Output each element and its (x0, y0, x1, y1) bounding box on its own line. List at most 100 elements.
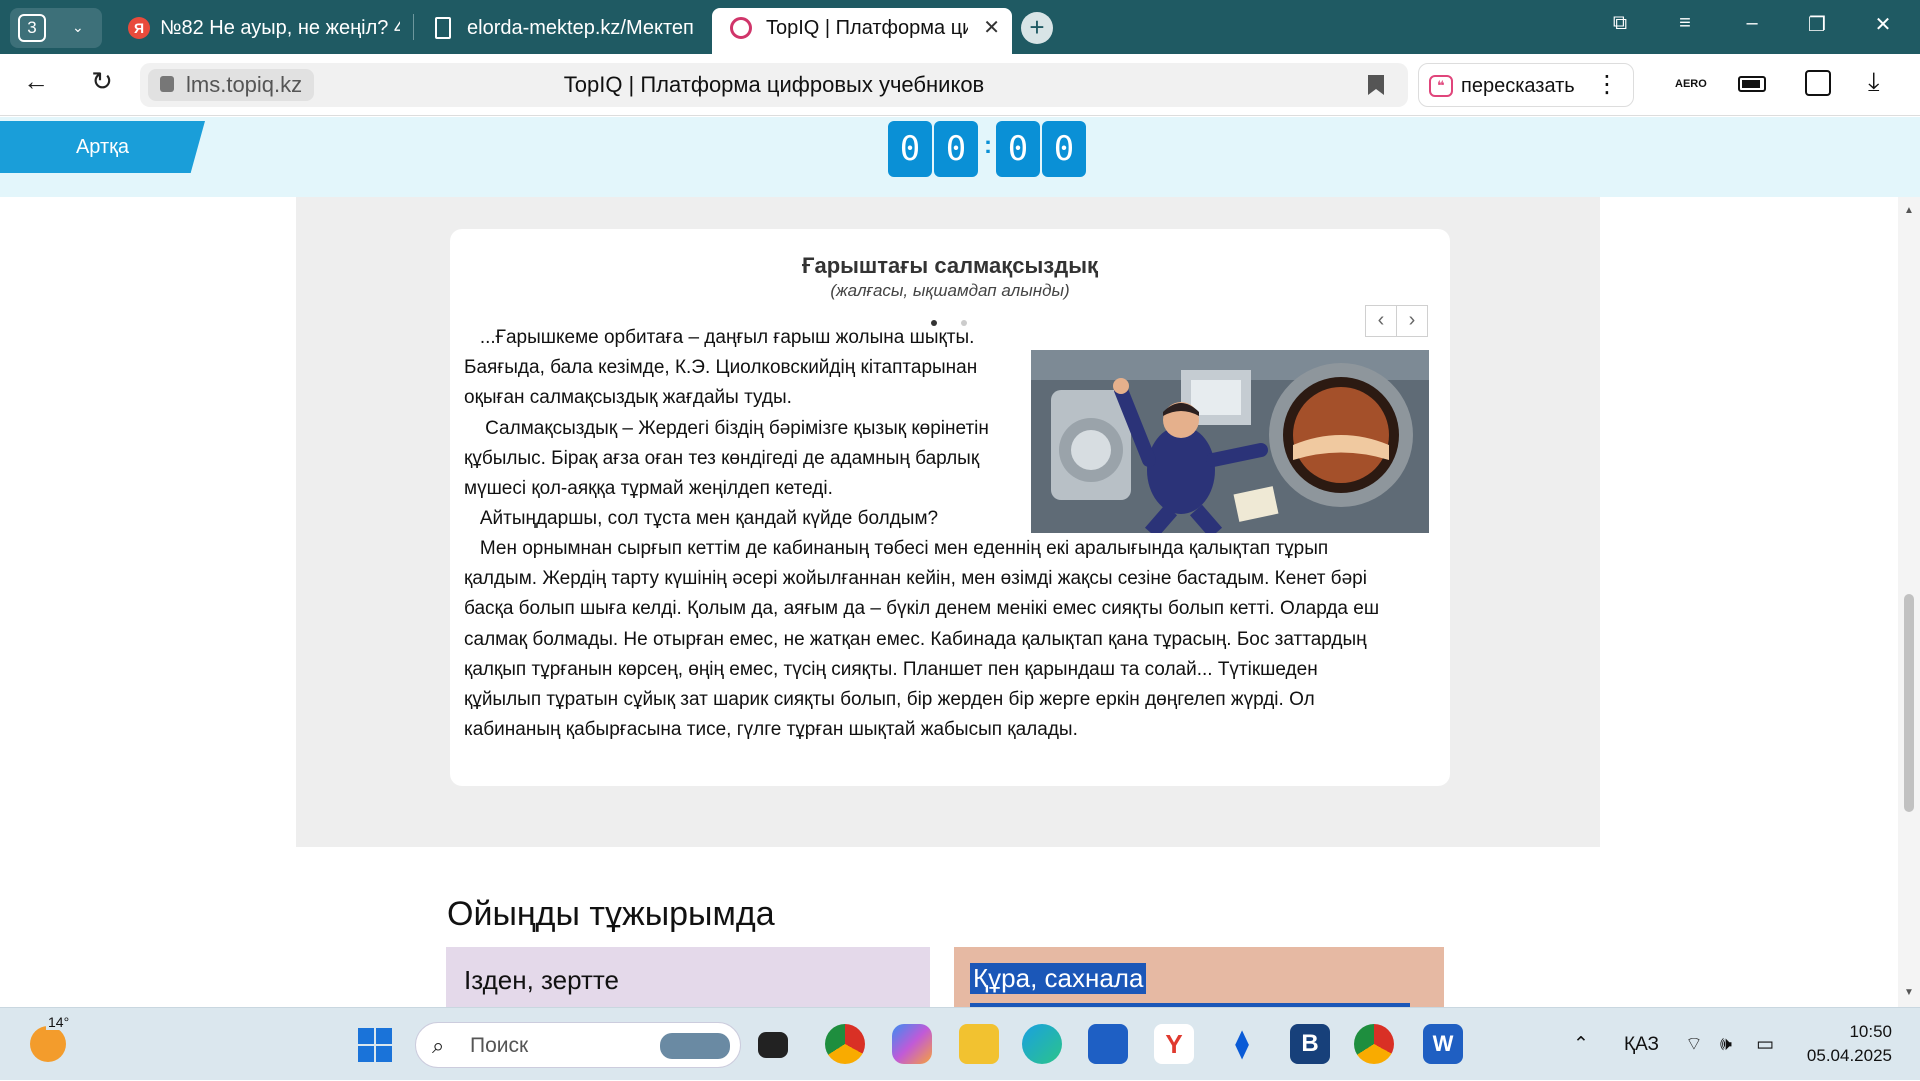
file-explorer-icon[interactable] (959, 1024, 999, 1064)
back-arrow-icon[interactable]: ← (18, 66, 54, 97)
chevron-down-icon: ⌄ (72, 19, 84, 35)
text-line: қалдым. Жердің тарту күшінің әсері жойыл… (464, 568, 1367, 590)
tab-yandex-question[interactable]: Я №82 Не ауыр, не жеңіл? 4 (128, 8, 400, 48)
store-icon[interactable] (1088, 1024, 1128, 1064)
document-icon (435, 17, 451, 39)
paragraph-intro: ...Ғарышкеме орбитаға – даңғыл ғарыш жол… (464, 323, 1024, 534)
section-title: Ойыңды тұжырымда (447, 895, 775, 933)
minimize-button[interactable]: – (1737, 12, 1767, 35)
copilot-icon[interactable] (892, 1024, 932, 1064)
activity-label: Ізден, зертте (464, 965, 619, 995)
reload-icon[interactable]: ↻ (84, 66, 120, 97)
weather-widget[interactable]: 14° (30, 1014, 72, 1062)
dropbox-icon[interactable]: ⧫ (1222, 1024, 1262, 1064)
text-line: Мен орнымнан сырғып кеттім де кабинаның … (464, 538, 1329, 559)
close-tab-icon[interactable]: ✕ (983, 8, 1000, 48)
activity-label-selected: Құра, сахнала (970, 963, 1147, 994)
browser-tab-strip: 3 ⌄ Я №82 Не ауыр, не жеңіл? 4 elorda-me… (0, 0, 1920, 54)
back-button[interactable]: Артқа (0, 121, 205, 173)
download-icon[interactable]: ⤓ (1868, 66, 1880, 98)
vertical-scrollbar[interactable]: ▲ ▼ (1898, 197, 1920, 1007)
address-field[interactable]: TopIQ | Платформа цифровых учебников lms… (140, 63, 1408, 107)
prev-page-button[interactable]: ‹ (1365, 305, 1397, 337)
text-line: ...Ғарышкеме орбитаға – даңғыл ғарыш жол… (464, 327, 975, 348)
aero-mode-button[interactable]: AERO (1675, 78, 1707, 90)
tab-group-button[interactable]: 3 ⌄ (10, 8, 102, 48)
reading-card: Ғарыштағы салмақсыздық (жалғасы, ықшамда… (450, 229, 1450, 786)
next-page-button[interactable]: › (1396, 305, 1428, 337)
more-vertical-icon[interactable]: ⋮ (1595, 64, 1619, 106)
new-tab-button[interactable]: + (1021, 12, 1053, 44)
close-window-button[interactable]: ✕ (1868, 12, 1898, 37)
chrome-profile-icon[interactable] (1354, 1024, 1394, 1064)
lock-icon (160, 76, 174, 92)
retell-button[interactable]: ❝ пересказать ⋮ (1418, 63, 1634, 107)
clock-date: 05.04.2025 (1806, 1046, 1892, 1065)
text-line: құбылыс. Бірақ ағза оған тез көндігеді д… (464, 447, 980, 469)
text-line: Салмақсыздық – Жердегі біздің бәрімізге … (464, 417, 989, 439)
address-bar-row: ← ↻ TopIQ | Платформа цифровых учебников… (0, 54, 1920, 116)
weather-temp: 14° (46, 1014, 72, 1030)
restore-button[interactable]: ❐ (1802, 12, 1832, 37)
wifi-icon[interactable]: ⌔ (1685, 1008, 1703, 1081)
tab-divider (413, 14, 414, 40)
app-header: Артқа 0 0 : 0 0 (0, 117, 1920, 197)
search-placeholder: Поиск (470, 1034, 529, 1057)
language-indicator[interactable]: ҚАЗ (1624, 1008, 1659, 1081)
yandex-browser-icon[interactable]: Y (1154, 1024, 1194, 1064)
timer-separator: : (984, 132, 992, 159)
menu-icon[interactable]: ≡ (1670, 12, 1700, 35)
b-app-icon[interactable]: B (1290, 1024, 1330, 1064)
text-line: кабинаның қабырғасына тисе, гүлге тұрған… (464, 719, 1078, 741)
timer-digit: 0 (1042, 121, 1086, 177)
yandex-icon: Я (128, 17, 150, 39)
scroll-thumb[interactable] (1904, 594, 1914, 812)
edge-icon[interactable] (1022, 1024, 1062, 1064)
chevron-up-icon[interactable]: ⌃ (1573, 1008, 1589, 1081)
text-line: оқыған салмақсыздық жағдайы туды. (464, 387, 792, 409)
extensions-icon[interactable] (1805, 70, 1831, 96)
volume-icon[interactable]: 🕪 (1720, 1008, 1732, 1081)
search-icon: ⌕ (432, 1033, 445, 1058)
tab-label: elorda-mektep.kz/Мектеп (467, 17, 694, 39)
tab-count-badge: 3 (18, 14, 46, 42)
paragraph-main: Мен орнымнан сырғып кеттім де кабинаның … (464, 534, 1440, 745)
search-highlight-image (660, 1033, 730, 1059)
timer-digit: 0 (996, 121, 1040, 177)
reading-title: Ғарыштағы салмақсыздық (801, 253, 1098, 278)
collections-icon[interactable]: ⧉ (1605, 12, 1635, 35)
url-pill[interactable]: lms.topiq.kz (148, 69, 315, 101)
content-viewport: Ғарыштағы салмақсыздық (жалғасы, ықшамда… (0, 197, 1898, 1007)
timer-digit: 0 (888, 121, 932, 177)
text-line: мүшесі қол-аяққа тұрмай жеңілдеп кетеді. (464, 478, 833, 500)
retell-label: пересказать (1461, 75, 1575, 97)
text-line: қалқып тұрғанын көрсең, өңің емес, түсің… (464, 658, 1318, 680)
taskbar: 14° ⌕ Поиск Y ⧫ B W ⌃ ҚАЗ ⌔ 🕪 ▭ 10:50 05… (0, 1007, 1920, 1080)
activity-box-create[interactable]: Құра, сахнала (954, 947, 1444, 1007)
tab-label: №82 Не ауыр, не жеңіл? 4 (160, 17, 400, 39)
astronaut-illustration (1031, 350, 1429, 533)
text-line: Айтыңдаршы, сол тұста мен қандай күйде б… (464, 508, 939, 530)
task-view-icon[interactable] (758, 1032, 788, 1058)
battery-icon[interactable]: ▭ (1756, 1008, 1774, 1081)
scroll-up-icon[interactable]: ▲ (1902, 205, 1916, 216)
scroll-down-icon[interactable]: ▼ (1902, 987, 1916, 998)
text-line: салмақ болмады. Не отырған емес, не жатқ… (464, 628, 1367, 650)
text-line: басқа болып шыға келді. Қолым да, аяғым … (464, 598, 1380, 620)
topiq-logo-icon (730, 17, 752, 39)
system-clock[interactable]: 10:50 05.04.2025 (1800, 1020, 1892, 1068)
word-icon[interactable]: W (1423, 1024, 1463, 1064)
windows-start-icon[interactable] (358, 1028, 392, 1062)
tab-label: TopIQ | Платформа циф (766, 17, 968, 39)
tab-elorda-mektep[interactable]: elorda-mektep.kz/Мектеп (433, 8, 695, 48)
text-line: Баяғыда, бала кезімде, К.Э. Циолковскийд… (464, 357, 978, 379)
taskbar-search[interactable]: ⌕ Поиск (415, 1022, 741, 1068)
battery-saver-icon[interactable] (1738, 76, 1766, 92)
timer-digit: 0 (934, 121, 978, 177)
reading-subtitle: (жалғасы, ықшамдап алынды) (830, 281, 1070, 300)
url-text: lms.topiq.kz (186, 72, 303, 97)
tab-topiq-active[interactable]: TopIQ | Платформа циф ✕ (712, 8, 1012, 54)
chrome-icon[interactable] (825, 1024, 865, 1064)
clock-time: 10:50 (1849, 1022, 1892, 1041)
activity-box-research[interactable]: Ізден, зертте (446, 947, 930, 1007)
